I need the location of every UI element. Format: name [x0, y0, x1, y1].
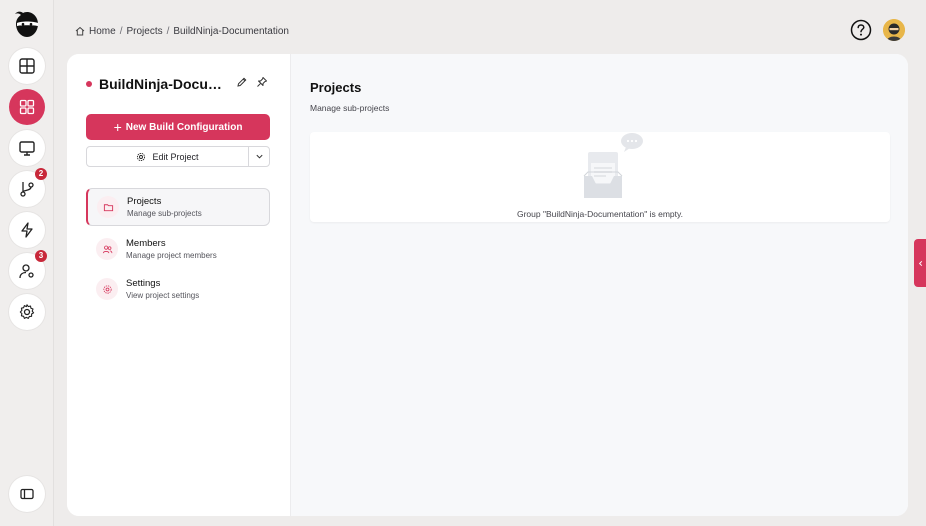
home-icon — [75, 26, 85, 36]
nav-item-members[interactable]: Members Manage project members — [86, 230, 270, 268]
page-subtitle: Manage sub-projects — [310, 103, 390, 113]
pin-icon[interactable] — [256, 76, 268, 88]
chevron-left-icon — [918, 260, 922, 266]
nav-item-title: Projects — [127, 195, 162, 207]
grid-icon — [19, 99, 35, 115]
chevron-down-icon — [255, 154, 263, 159]
gear-icon — [96, 278, 118, 300]
pencil-icon[interactable] — [236, 76, 248, 88]
rail-users-button[interactable]: 3 — [9, 250, 47, 289]
breadcrumb-separator: / — [166, 25, 170, 37]
edit-project-dropdown[interactable] — [248, 147, 269, 166]
nav-item-projects[interactable]: Projects Manage sub-projects — [86, 188, 270, 226]
gear-icon — [19, 304, 35, 319]
breadcrumb-separator: / — [119, 25, 123, 37]
nav-item-subtitle: Manage project members — [126, 250, 217, 260]
new-build-configuration-button[interactable]: + New Build Configuration — [86, 114, 270, 140]
empty-inbox-icon — [583, 133, 643, 198]
rail-builds-button[interactable] — [9, 212, 45, 248]
nav-item-settings[interactable]: Settings View project settings — [86, 270, 270, 308]
rail-dashboard-button[interactable] — [9, 48, 45, 84]
gear-icon — [137, 152, 146, 161]
nav-item-subtitle: Manage sub-projects — [127, 208, 202, 218]
layout-icon — [19, 58, 35, 74]
nav-item-title: Settings — [126, 277, 161, 289]
nav-item-subtitle: View project settings — [126, 290, 200, 300]
ninja-logo-icon[interactable] — [11, 9, 43, 41]
folder-icon — [97, 196, 119, 218]
page-title: Projects — [310, 80, 362, 95]
lightning-icon — [21, 222, 33, 238]
breadcrumb: Home / Projects / BuildNinja-Documentati… — [75, 24, 289, 38]
breadcrumb-current: BuildNinja-Documentation — [173, 25, 289, 37]
users-badge: 3 — [35, 250, 47, 262]
rail-settings-button[interactable] — [9, 294, 45, 330]
user-gear-icon — [19, 264, 34, 279]
monitor-icon — [19, 141, 35, 156]
edit-project-split-button: Edit Project — [86, 146, 270, 167]
sidebar-icon — [20, 488, 34, 500]
collapse-panel-tab[interactable] — [914, 239, 926, 287]
main-panel: BuildNinja-Documentation + New Build Con… — [67, 54, 908, 516]
rail-vcs-button[interactable]: 2 — [9, 168, 47, 207]
project-sidebar: BuildNinja-Documentation + New Build Con… — [67, 54, 291, 516]
nav-item-title: Members — [126, 237, 166, 249]
breadcrumb-projects[interactable]: Projects — [126, 26, 162, 37]
sidebar-toggle-button[interactable] — [9, 476, 45, 512]
user-avatar[interactable] — [883, 19, 905, 41]
empty-state-card: Group "BuildNinja-Documentation" is empt… — [310, 132, 890, 222]
edit-project-label: Edit Project — [152, 151, 199, 162]
users-icon — [96, 238, 118, 260]
project-status-dot — [86, 81, 92, 87]
empty-state-message: Group "BuildNinja-Documentation" is empt… — [516, 209, 684, 219]
plus-icon: + — [113, 119, 122, 135]
help-icon[interactable] — [850, 19, 872, 41]
new-build-label: New Build Configuration — [125, 121, 243, 133]
rail-agents-button[interactable] — [9, 130, 45, 166]
edit-project-button[interactable]: Edit Project — [87, 147, 248, 166]
project-title: BuildNinja-Documentation — [99, 76, 229, 92]
breadcrumb-home[interactable]: Home — [89, 26, 116, 37]
content-area: Projects Manage sub-projects Group "Buil… — [291, 54, 908, 516]
vcs-badge: 2 — [35, 168, 47, 180]
git-branch-icon — [20, 182, 34, 197]
rail-projects-button[interactable] — [9, 89, 45, 125]
icon-rail: 2 3 — [0, 0, 54, 526]
